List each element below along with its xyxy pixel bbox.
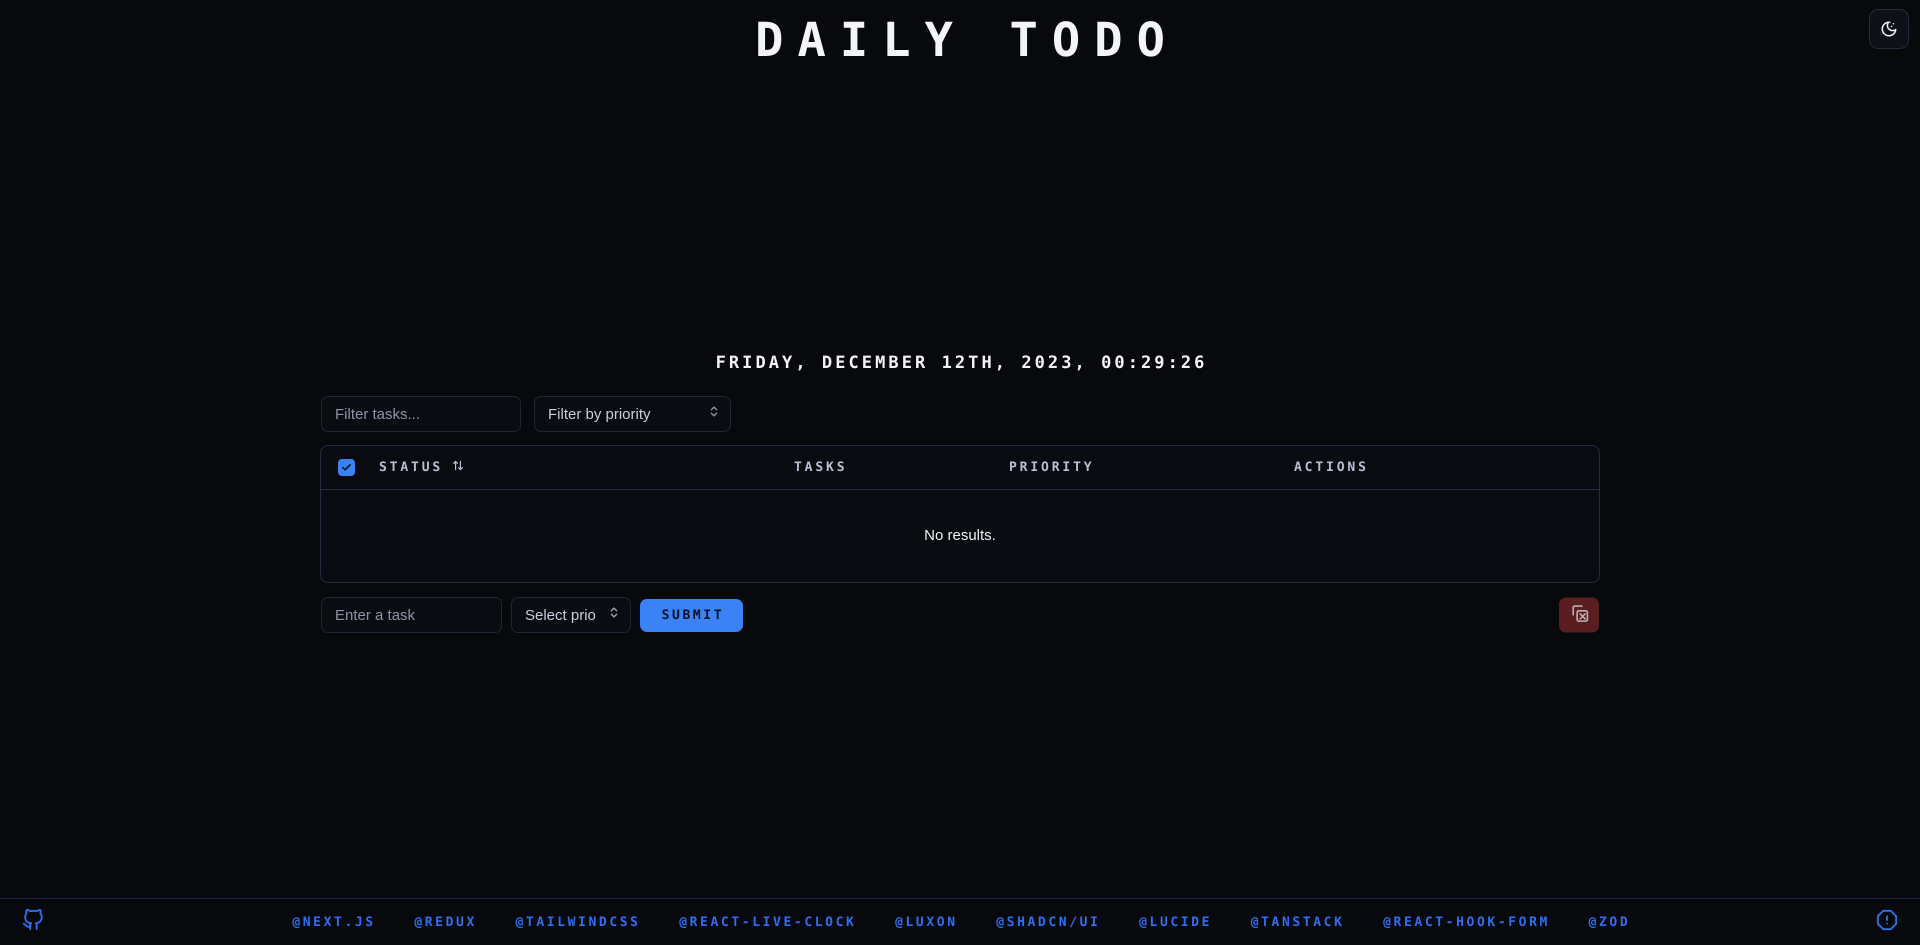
column-header-status-label: STATUS xyxy=(379,459,444,475)
footer: @NEXT.JS @REDUX @TAILWINDCSS @REACT-LIVE… xyxy=(0,898,1920,945)
column-header-priority: PRIORITY xyxy=(1009,459,1095,475)
filter-row: Filter by priority xyxy=(320,396,1600,432)
task-input[interactable] xyxy=(321,597,502,633)
copy-x-icon xyxy=(1570,604,1589,626)
column-header-actions: ACTIONS xyxy=(1294,459,1369,475)
alert-octagon-icon xyxy=(1876,909,1898,936)
column-header-select xyxy=(321,446,379,489)
select-all-checkbox[interactable] xyxy=(338,458,355,476)
tasks-table-body: No results. xyxy=(321,489,1599,582)
tasks-table-card: STATUS TASKS PRIORITY ACTIONS No results… xyxy=(320,445,1600,583)
info-link[interactable] xyxy=(1876,909,1898,936)
github-icon xyxy=(22,908,44,936)
main-content: FRIDAY, DECEMBER 12TH, 2023, 00:29:26 Fi… xyxy=(320,352,1600,633)
filter-priority-select[interactable]: Filter by priority xyxy=(534,396,731,432)
github-link[interactable] xyxy=(22,908,44,936)
table-header-row: STATUS TASKS PRIORITY ACTIONS xyxy=(321,446,1599,489)
live-clock: FRIDAY, DECEMBER 12TH, 2023, 00:29:26 xyxy=(715,353,1208,373)
task-priority-wrapper: Select priority xyxy=(511,597,631,633)
task-priority-select[interactable]: Select priority xyxy=(511,597,631,633)
column-header-status[interactable]: STATUS xyxy=(379,446,794,489)
page-title: DAILY TODO xyxy=(755,13,1180,68)
footer-link-react-hook-form[interactable]: @REACT-HOOK-FORM xyxy=(1381,915,1550,930)
footer-link-lucide[interactable]: @LUCIDE xyxy=(1137,915,1213,930)
footer-link-tailwindcss[interactable]: @TAILWINDCSS xyxy=(513,915,641,930)
submit-button[interactable]: SUBMIT xyxy=(640,598,744,632)
footer-link-tanstack[interactable]: @TANSTACK xyxy=(1248,915,1344,930)
footer-link-redux[interactable]: @REDUX xyxy=(412,915,477,930)
footer-link-luxon[interactable]: @LUXON xyxy=(892,915,957,930)
empty-state-message: No results. xyxy=(924,527,996,545)
filter-priority-wrapper: Filter by priority xyxy=(534,396,731,432)
filter-tasks-input[interactable] xyxy=(321,396,521,432)
footer-link-zod[interactable]: @ZOD xyxy=(1586,915,1630,930)
footer-links: @NEXT.JS @REDUX @TAILWINDCSS @REACT-LIVE… xyxy=(44,915,1876,930)
footer-link-shadcn-ui[interactable]: @SHADCN/UI xyxy=(994,915,1101,930)
tasks-table-head: STATUS TASKS PRIORITY ACTIONS xyxy=(321,446,1599,489)
footer-link-nextjs[interactable]: @NEXT.JS xyxy=(290,915,376,930)
delete-all-button[interactable] xyxy=(1559,597,1599,633)
sort-arrows-icon[interactable] xyxy=(452,459,464,476)
footer-link-react-live-clock[interactable]: @REACT-LIVE-CLOCK xyxy=(677,915,857,930)
empty-state-row: No results. xyxy=(321,489,1599,582)
add-task-form: Select priority SUBMIT xyxy=(320,597,1600,633)
column-header-tasks: TASKS xyxy=(794,459,848,475)
tasks-table: STATUS TASKS PRIORITY ACTIONS No results… xyxy=(321,446,1599,582)
